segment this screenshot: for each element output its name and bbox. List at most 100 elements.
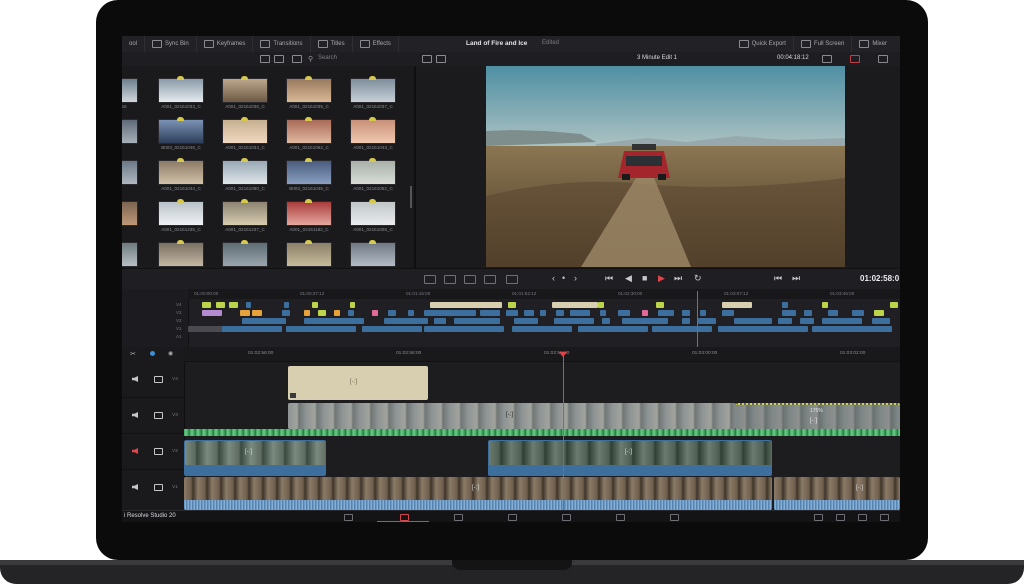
speaker-icon[interactable] [132,412,138,418]
tool-icon-1[interactable] [424,275,436,284]
media-clip-thumbnail[interactable]: A001_02161043_C [350,117,396,151]
media-clip-thumbnail[interactable]: E_C... [122,119,138,151]
timeline-overview-clip[interactable] [782,302,788,308]
audio-track-a1[interactable] [184,429,900,436]
edit-page-icon[interactable] [454,514,463,521]
next-marker-icon[interactable]: › [574,274,577,283]
fairlight-page-icon[interactable] [616,514,625,521]
step-back-icon[interactable]: ◀ [625,274,632,283]
media-pool-button[interactable]: ool [122,36,146,52]
playhead[interactable] [563,355,564,510]
title-clip[interactable]: [-:] [288,366,428,400]
media-page-icon[interactable] [344,514,353,521]
quick-export-button[interactable]: Quick Export [732,36,794,52]
project-manager-icon[interactable] [814,514,823,521]
media-clip-thumbnail[interactable]: A001_02161008_C [350,199,396,233]
lower-timeline-ruler[interactable]: 01:02:56:00 01:02:58:00 01:02:58:00 01:0… [184,347,900,362]
media-pool-scrollbar[interactable] [410,186,412,208]
media-clip-thumbnail[interactable]: E_C... [122,160,138,192]
timeline-overview-clip[interactable] [698,318,716,324]
media-clip-thumbnail[interactable]: A001_02161034_C [222,117,268,151]
timeline-overview-clip[interactable] [408,310,414,316]
media-clip-thumbnail[interactable]: A001_02161062_C [286,117,332,151]
viewer-options-icon[interactable] [822,55,832,63]
media-clip-thumbnail[interactable]: A001_02161035_C [286,76,332,110]
timeline-overview-clip[interactable] [600,310,606,316]
play-icon[interactable]: ▶ [658,274,665,283]
timeline-overview-clip[interactable] [334,310,340,316]
monitor-icon[interactable] [154,412,163,419]
source-tape-icon[interactable] [436,55,446,63]
prev-marker-icon[interactable]: ‹ [552,274,555,283]
media-clip-thumbnail[interactable]: A001_02161036_C [222,76,268,110]
list-view-icon[interactable] [274,55,284,63]
timeline-overview-clip[interactable] [240,310,250,316]
mark-in-icon[interactable]: ⏮ [774,274,782,283]
effects-button[interactable]: Effects [353,36,399,52]
timeline-overview-clip[interactable] [284,302,289,308]
timeline-overview-clip[interactable] [202,302,211,308]
timeline-overview-clip[interactable] [506,310,518,316]
users-icon[interactable] [880,514,889,521]
timeline-overview-clip[interactable] [598,302,604,308]
search-icon[interactable]: ⚲ [308,55,313,63]
media-clip-thumbnail[interactable]: A001_02161080_C [222,158,268,192]
timeline-overview-clip[interactable] [540,310,546,316]
audio-output-icon[interactable] [850,55,860,63]
timeline-overview-clip[interactable] [508,302,516,308]
timeline-overview-clip[interactable] [242,318,286,324]
timeline-overview-clip[interactable] [622,318,668,324]
timeline-overview-clip[interactable] [304,310,310,316]
timeline-overview-clip[interactable] [350,302,355,308]
skip-end-icon[interactable]: ⏭ [674,274,682,283]
media-clip-thumbnail[interactable]: A001_02161033_C [158,76,204,110]
safe-area-icon[interactable] [422,55,432,63]
timeline-overview-clip[interactable] [512,326,572,332]
timeline-overview-clip[interactable] [722,302,752,308]
media-search-input[interactable]: Search [318,55,337,61]
media-clip-thumbnail[interactable]: A001_0216 [122,78,138,110]
video-clip-v2[interactable]: [-:] [488,440,772,476]
timeline-overview-clip[interactable] [246,302,251,308]
timeline-overview-clip[interactable] [304,318,364,324]
timeline-overview-clip[interactable] [222,326,282,332]
timeline-overview-clip[interactable] [700,310,706,316]
timeline-overview-clip[interactable] [384,318,428,324]
timeline-overview-clip[interactable] [318,310,326,316]
timeline-overview-clip[interactable] [874,310,884,316]
timeline-overview-clip[interactable] [658,310,674,316]
timeline-overview-clip[interactable] [852,310,864,316]
timeline-overview-clip[interactable] [800,318,814,324]
grid-view-icon[interactable] [260,55,270,63]
keyframes-button[interactable]: Keyframes [197,36,254,52]
timeline-overview-clip[interactable] [362,326,422,332]
loop-icon[interactable]: ↻ [694,274,702,283]
timeline-overview-clip[interactable] [812,326,892,332]
monitor-icon[interactable] [154,376,163,383]
speaker-icon[interactable] [132,484,138,490]
timeline-overview-clip[interactable] [430,302,502,308]
timeline-overview-clip[interactable] [578,326,648,332]
video-clip-v1[interactable]: [-:] [774,477,900,510]
jog-dot-icon[interactable]: • [562,274,565,283]
speaker-icon[interactable] [132,376,138,382]
timeline-overview-clip[interactable] [734,318,772,324]
timeline-overview-clip[interactable] [229,302,238,308]
tool-icon-2[interactable] [444,275,456,284]
settings-icon[interactable] [836,514,845,521]
scissors-icon[interactable]: ✂ [130,350,136,358]
monitor-icon[interactable] [154,448,163,455]
tool-icon-3[interactable] [464,275,476,284]
chat-icon[interactable] [858,514,867,521]
timeline-overview-clip[interactable] [554,318,594,324]
timeline-overview-clip[interactable] [216,302,225,308]
media-clip-thumbnail[interactable]: A001_02161237_C [222,199,268,233]
timeline-overview-clip[interactable] [682,310,690,316]
mark-out-icon[interactable]: ⏭ [792,274,800,283]
tool-icon-5[interactable] [506,275,518,284]
video-clip-v3[interactable]: [-:] [288,403,736,429]
timeline-overview-clip[interactable] [822,318,862,324]
media-clip-thumbnail[interactable]: B003_02161046_C [158,117,204,151]
timeline-overview-clip[interactable] [822,302,828,308]
media-clip-thumbnail[interactable]: A001_02161235_C [158,199,204,233]
